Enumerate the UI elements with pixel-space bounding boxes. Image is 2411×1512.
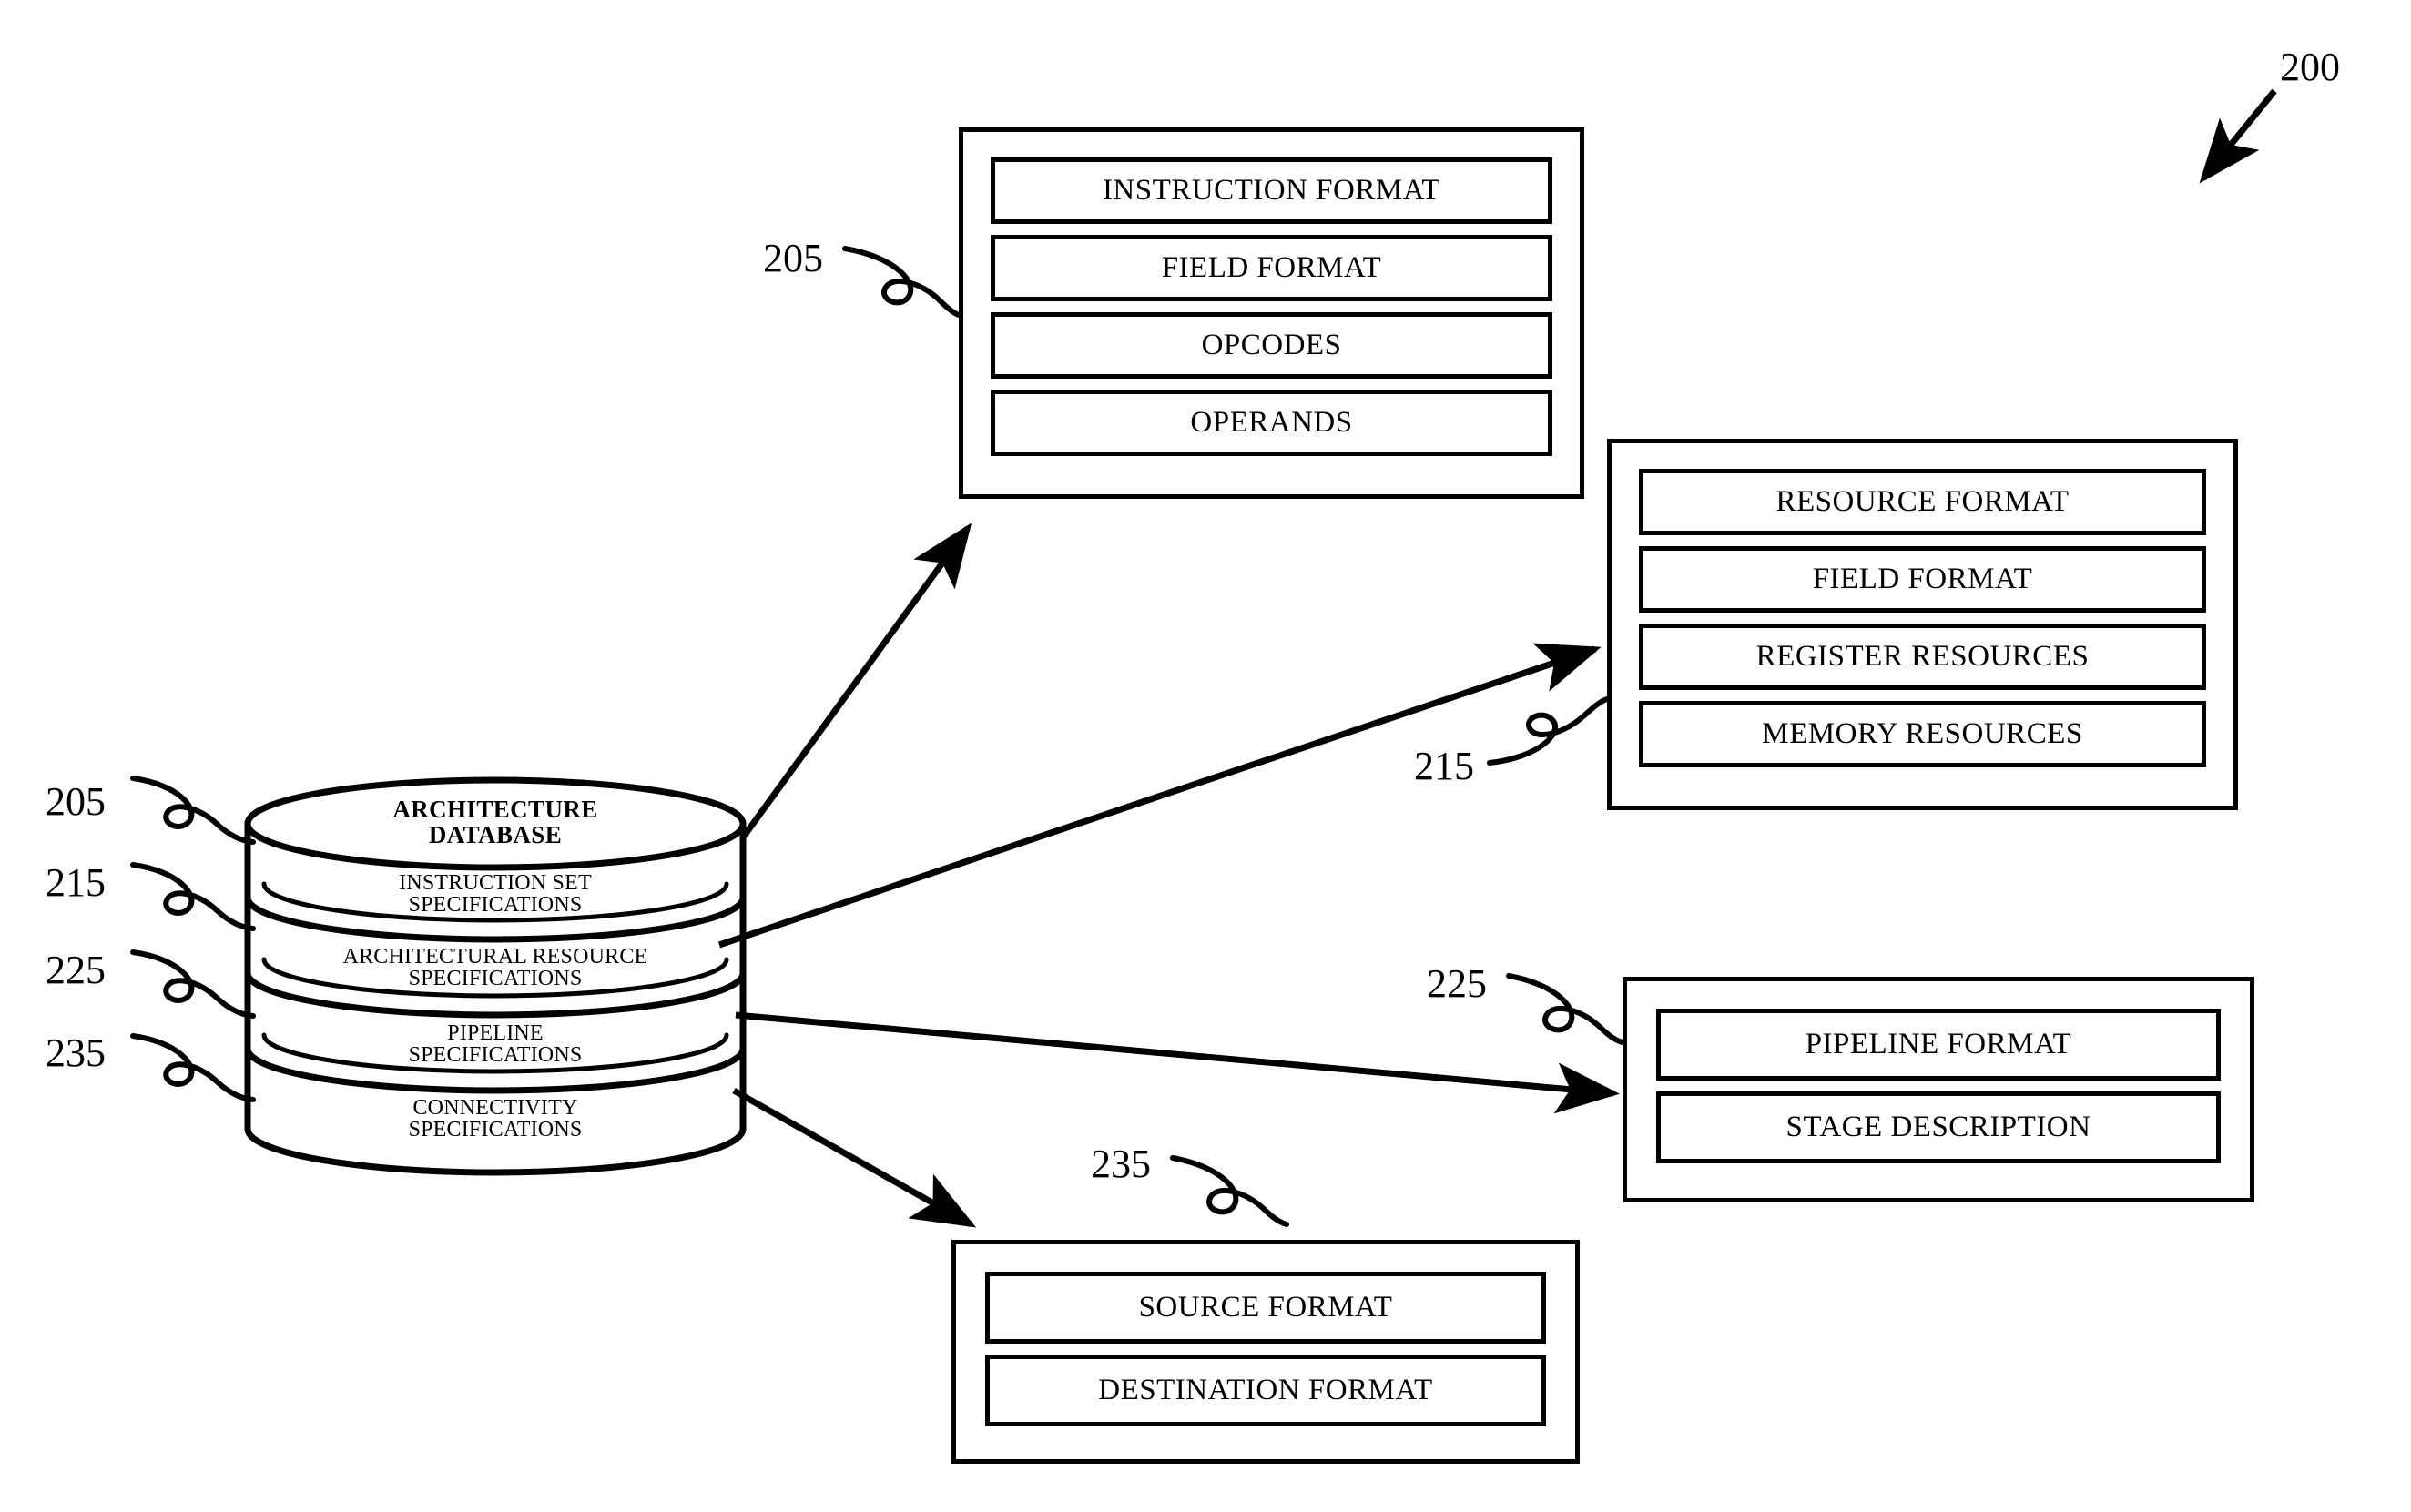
connectivity-specifications-box: SOURCE FORMAT DESTINATION FORMAT [951,1240,1580,1464]
bar-register-resources: REGISTER RESOURCES [1639,624,2206,690]
database-band-connectivity: CONNECTIVITY SPECIFICATIONS [244,1097,747,1142]
bar-memory-resources: MEMORY RESOURCES [1639,701,2206,767]
bar-source-format-label: SOURCE FORMAT [1138,1291,1393,1324]
reference-numeral-205-database-band: 205 [46,779,106,824]
bar-operands-label: OPERANDS [1190,406,1353,439]
database-title: ARCHITECTURE DATABASE [244,797,747,847]
bar-destination-format: DESTINATION FORMAT [985,1355,1546,1426]
reference-numeral-235-connectivity-box: 235 [1091,1142,1151,1186]
reference-numeral-205-instruction-box: 205 [763,236,823,280]
bar-opcodes: OPCODES [991,312,1552,379]
bar-register-resources-label: REGISTER RESOURCES [1755,640,2090,673]
instruction-set-specifications-box: INSTRUCTION FORMAT FIELD FORMAT OPCODES … [959,127,1584,499]
band-architectural-resource-line-2: SPECIFICATIONS [408,967,583,991]
bar-operands: OPERANDS [991,390,1552,456]
leader-235-left [130,1033,256,1102]
band-pipeline-line-1: PIPELINE [447,1021,544,1045]
connector-arrows [717,523,1620,1228]
bar-resource-format: RESOURCE FORMAT [1639,469,2206,535]
bar-pipeline-format-label: PIPELINE FORMAT [1805,1028,2072,1060]
reference-numeral-235-database-band: 235 [46,1030,106,1075]
bar-field-format: FIELD FORMAT [991,235,1552,301]
band-connectivity-line-2: SPECIFICATIONS [408,1118,583,1142]
database-title-line-2: DATABASE [428,820,563,848]
architecture-database: ARCHITECTURE DATABASE INSTRUCTION SET SP… [244,785,747,1171]
reference-numeral-225-pipeline-box: 225 [1427,961,1487,1006]
bar-destination-format-label: DESTINATION FORMAT [1098,1374,1433,1406]
bar-pipeline-format: PIPELINE FORMAT [1656,1009,2221,1081]
band-instruction-set-line-1: INSTRUCTION SET [399,871,592,895]
leader-225-callout [1506,973,1625,1045]
arrow-to-pipeline [735,1011,1620,1114]
bar-memory-resources-label: MEMORY RESOURCES [1762,717,2083,750]
database-title-line-1: ARCHITECTURE [392,796,598,823]
leader-215-callout [1487,696,1610,766]
leader-205-left [130,776,256,845]
bar-instruction-format: INSTRUCTION FORMAT [991,157,1552,224]
bar-instruction-format-label: INSTRUCTION FORMAT [1102,174,1441,207]
band-connectivity-line-1: CONNECTIVITY [412,1096,578,1120]
reference-numeral-215-resource-box: 215 [1414,744,1474,788]
architectural-resource-specifications-box: RESOURCE FORMAT FIELD FORMAT REGISTER RE… [1607,439,2238,810]
bar-stage-description: STAGE DESCRIPTION [1656,1091,2221,1163]
arrow-to-connectivity [732,1087,977,1228]
figure-canvas: 200 205 215 225 235 205 215 225 235 ARCH… [0,0,2411,1512]
bar-resource-format-label: RESOURCE FORMAT [1775,485,2070,518]
reference-numeral-215-database-band: 215 [46,860,106,905]
database-band-pipeline: PIPELINE SPECIFICATIONS [244,1022,747,1067]
leader-225-left [130,949,256,1019]
bar-opcodes-label: OPCODES [1201,329,1342,361]
database-band-instruction-set: INSTRUCTION SET SPECIFICATIONS [244,872,747,917]
leader-215-left [130,862,256,931]
bar-field-format-label: FIELD FORMAT [1161,251,1382,284]
reference-numeral-225-database-band: 225 [46,948,106,992]
arrow-to-instruction-set [740,523,972,840]
figure-200-arrow [2199,88,2277,184]
pipeline-specifications-box: PIPELINE FORMAT STAGE DESCRIPTION [1623,977,2254,1202]
figure-number-200: 200 [2280,45,2340,89]
bar-stage-description-label: STAGE DESCRIPTION [1785,1111,2091,1143]
band-pipeline-line-2: SPECIFICATIONS [408,1043,583,1068]
leader-205-callout [842,246,961,318]
reference-leaders-left [130,776,256,1102]
band-instruction-set-line-2: SPECIFICATIONS [408,893,583,918]
band-architectural-resource-line-1: ARCHITECTURAL RESOURCE [342,945,648,969]
database-band-architectural-resource: ARCHITECTURAL RESOURCE SPECIFICATIONS [244,946,747,990]
bar-resource-field-format: FIELD FORMAT [1639,546,2206,613]
leader-235-callout [1170,1155,1289,1227]
bar-resource-field-format-label: FIELD FORMAT [1812,563,2033,595]
bar-source-format: SOURCE FORMAT [985,1272,1546,1344]
